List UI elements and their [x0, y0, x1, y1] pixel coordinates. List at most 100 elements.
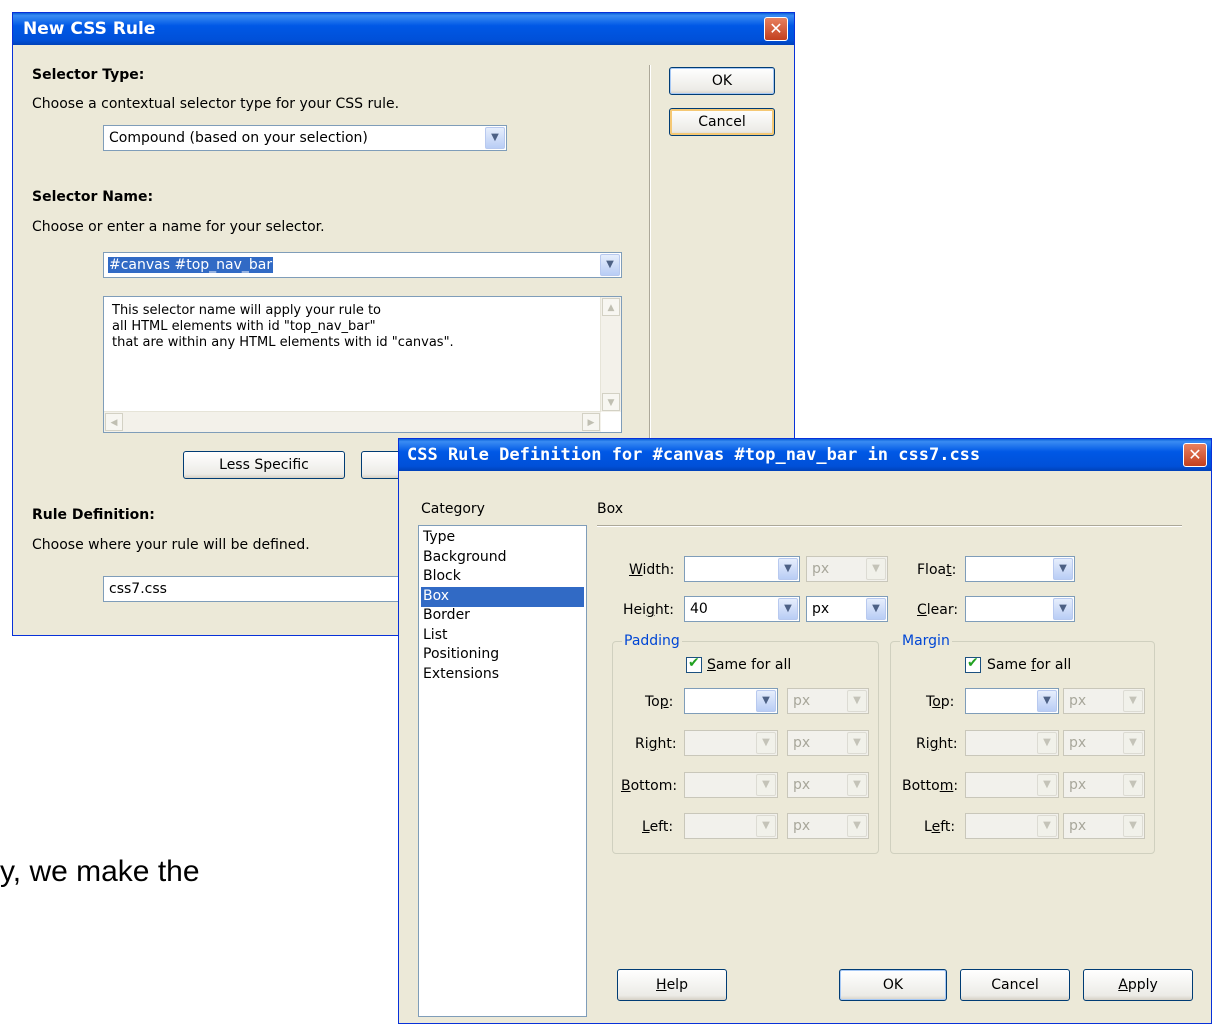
chevron-down-icon[interactable]: ▼ — [1053, 558, 1073, 580]
padding-right-unit-value: px — [793, 735, 811, 751]
rule-definition-heading: Rule Definition: — [32, 507, 155, 523]
definition-titlebar[interactable]: CSS Rule Definition for #canvas #top_nav… — [399, 439, 1211, 471]
padding-top-label: Top: — [645, 694, 674, 710]
padding-bottom-label: Bottom: — [621, 778, 678, 794]
chevron-down-icon: ▼ — [847, 774, 867, 796]
scroll-right-icon[interactable]: ▶ — [582, 413, 600, 431]
height-unit-select[interactable]: px ▼ — [806, 596, 888, 622]
category-item-extensions[interactable]: Extensions — [421, 665, 584, 685]
padding-bottom-unit: px ▼ — [787, 772, 869, 798]
margin-right-unit-value: px — [1069, 735, 1087, 751]
padding-right-input: ▼ — [684, 730, 778, 756]
chevron-down-icon: ▼ — [1037, 815, 1057, 837]
info-line-2: all HTML elements with id "top_nav_bar" — [112, 319, 376, 334]
chevron-down-icon: ▼ — [1123, 732, 1143, 754]
category-item-box[interactable]: Box — [421, 586, 584, 607]
margin-right-input: ▼ — [965, 730, 1059, 756]
selector-type-select[interactable]: Compound (based on your selection) ▼ — [103, 125, 507, 151]
margin-left-input: ▼ — [965, 813, 1059, 839]
apply-button[interactable]: Apply — [1083, 969, 1193, 1001]
padding-left-unit: px ▼ — [787, 813, 869, 839]
help-button[interactable]: Help — [617, 969, 727, 1001]
padding-bottom-unit-value: px — [793, 777, 811, 793]
margin-same-checkbox[interactable]: ✔ — [965, 655, 981, 673]
less-specific-button[interactable]: Less Specific — [183, 451, 345, 479]
chevron-down-icon: ▼ — [847, 732, 867, 754]
selector-type-description: Choose a contextual selector type for yo… — [32, 96, 400, 112]
chevron-down-icon[interactable]: ▼ — [1037, 690, 1057, 712]
horizontal-scrollbar[interactable]: ◀ ▶ — [104, 411, 601, 432]
selector-name-value: #canvas #top_nav_bar — [108, 257, 274, 273]
padding-top-input[interactable]: ▼ — [684, 688, 778, 714]
margin-same-label: Same for all — [987, 657, 1072, 673]
chevron-down-icon: ▼ — [866, 558, 886, 580]
panel-title: Box — [597, 501, 624, 517]
padding-top-unit-value: px — [793, 693, 811, 709]
ok-button[interactable]: OK — [669, 67, 775, 95]
category-item-type[interactable]: Type — [421, 528, 584, 548]
category-list[interactable]: Type Background Block Box Border List Po… — [418, 525, 587, 1017]
width-unit-value: px — [812, 561, 830, 577]
chevron-down-icon[interactable]: ▼ — [866, 598, 886, 620]
padding-left-unit-value: px — [793, 818, 811, 834]
scroll-down-icon[interactable]: ▼ — [602, 393, 620, 411]
chevron-down-icon[interactable]: ▼ — [1053, 598, 1073, 620]
padding-same-label: Same for all — [707, 657, 792, 673]
rule-definition-value: css7.css — [109, 581, 167, 597]
chevron-down-icon: ▼ — [756, 774, 776, 796]
chevron-down-icon: ▼ — [1123, 690, 1143, 712]
chevron-down-icon[interactable]: ▼ — [600, 254, 620, 276]
category-item-border[interactable]: Border — [421, 606, 584, 626]
category-item-list[interactable]: List — [421, 626, 584, 646]
category-item-background[interactable]: Background — [421, 548, 584, 568]
margin-left-label: Left: — [924, 819, 956, 835]
cancel-button[interactable]: Cancel — [669, 108, 775, 136]
chevron-down-icon: ▼ — [1037, 774, 1057, 796]
chevron-down-icon[interactable]: ▼ — [778, 558, 798, 580]
height-input[interactable]: 40 ▼ — [684, 596, 800, 622]
chevron-down-icon[interactable]: ▼ — [756, 690, 776, 712]
height-value: 40 — [690, 601, 708, 617]
scroll-left-icon[interactable]: ◀ — [105, 413, 123, 431]
background-slide-text: y, we make the — [0, 855, 200, 888]
chevron-down-icon: ▼ — [847, 815, 867, 837]
vertical-scrollbar[interactable]: ▲ ▼ — [600, 297, 621, 412]
ok-button[interactable]: OK — [839, 969, 947, 1001]
margin-bottom-unit: px ▼ — [1063, 772, 1145, 798]
chevron-down-icon: ▼ — [1037, 732, 1057, 754]
clear-label: Clear: — [917, 602, 959, 618]
chevron-down-icon: ▼ — [756, 732, 776, 754]
category-item-positioning[interactable]: Positioning — [421, 645, 584, 665]
padding-same-checkbox[interactable]: ✔ — [686, 655, 702, 673]
checkmark-icon: ✔ — [967, 655, 979, 671]
margin-bottom-label: Bottom: — [902, 778, 959, 794]
width-input[interactable]: ▼ — [684, 556, 800, 582]
cancel-button[interactable]: Cancel — [960, 969, 1070, 1001]
float-select[interactable]: ▼ — [965, 556, 1075, 582]
padding-left-label: Left: — [642, 819, 674, 835]
info-line-3: that are within any HTML elements with i… — [112, 335, 454, 350]
margin-legend: Margin — [900, 633, 952, 649]
margin-top-input[interactable]: ▼ — [965, 688, 1059, 714]
width-label: Width: — [629, 562, 675, 578]
new-css-rule-titlebar[interactable]: New CSS Rule ✕ — [13, 13, 794, 45]
height-label: Height: — [623, 602, 675, 618]
selector-name-input[interactable]: #canvas #top_nav_bar ▼ — [103, 252, 622, 278]
close-icon[interactable]: ✕ — [764, 17, 788, 41]
chevron-down-icon[interactable]: ▼ — [485, 127, 505, 149]
close-icon[interactable]: ✕ — [1183, 443, 1207, 467]
category-item-block[interactable]: Block — [421, 567, 584, 587]
clear-select[interactable]: ▼ — [965, 596, 1075, 622]
info-line-1: This selector name will apply your rule … — [112, 303, 382, 318]
float-label: Float: — [917, 562, 957, 578]
width-unit-select: px ▼ — [806, 556, 888, 582]
panel-title-divider — [597, 525, 1182, 526]
selector-name-heading: Selector Name: — [32, 189, 154, 205]
selector-type-heading: Selector Type: — [32, 67, 145, 83]
chevron-down-icon[interactable]: ▼ — [778, 598, 798, 620]
selector-name-description: Choose or enter a name for your selector… — [32, 219, 325, 235]
category-heading: Category — [421, 501, 485, 517]
margin-bottom-input: ▼ — [965, 772, 1059, 798]
css-rule-definition-dialog: CSS Rule Definition for #canvas #top_nav… — [398, 438, 1212, 1024]
scroll-up-icon[interactable]: ▲ — [602, 298, 620, 316]
